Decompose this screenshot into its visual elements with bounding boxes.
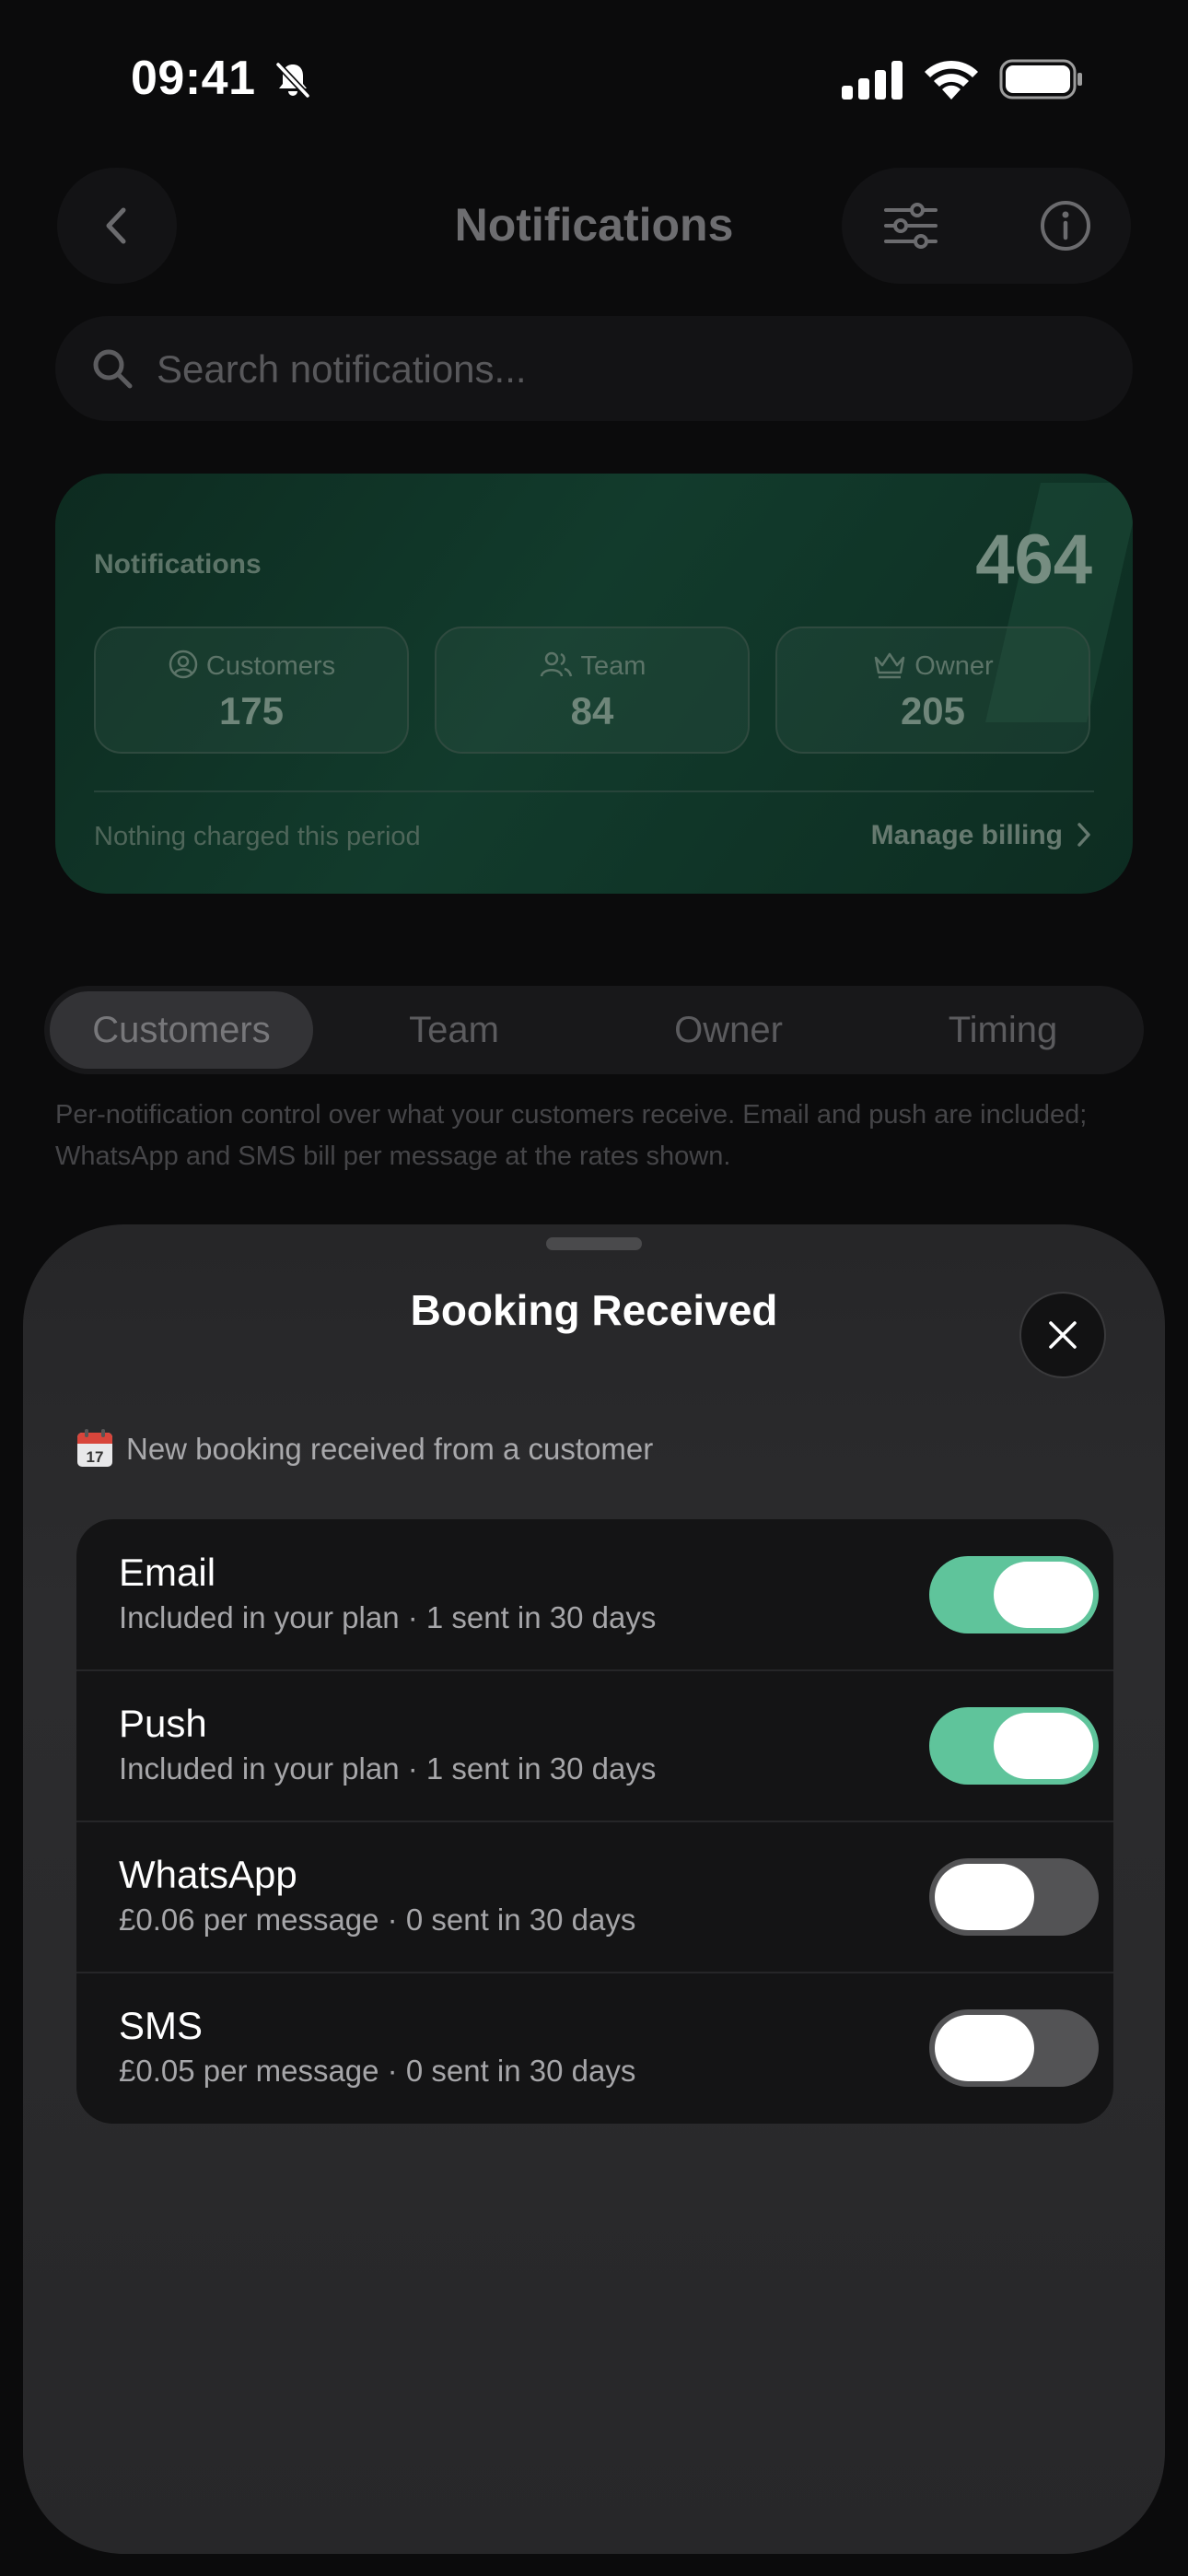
back-button[interactable] [57,168,177,284]
calendar-icon: 17 [77,1429,112,1467]
summary-title: Notifications [94,549,262,580]
users-icon [540,651,572,677]
bell-off-icon [275,62,310,99]
sheet-description: 17 New booking received from a customer [76,1429,653,1468]
push-toggle[interactable] [929,1707,1099,1785]
stat-value: 175 [218,689,285,732]
toggle-knob [994,1713,1093,1779]
stat-label: Team [580,651,646,681]
channel-list: Email Included in your plan · 1 sent in … [76,1519,1113,2124]
close-icon [1049,1321,1077,1349]
channel-row-push: Push Included in your plan · 1 sent in 3… [76,1670,1113,1822]
filter-sliders-icon[interactable] [880,195,941,256]
toggle-knob [935,2015,1034,2081]
whatsapp-toggle[interactable] [929,1858,1099,1936]
channel-detail: £0.06 per message · 0 sent in 30 days [119,1903,636,1937]
stat-owner: Owner 205 [775,626,1090,754]
tab-timing[interactable]: Timing [871,991,1135,1069]
manage-billing-link[interactable]: Manage billing [871,820,1092,851]
toggle-knob [935,1864,1034,1930]
cellular-signal-icon [842,61,903,100]
user-circle-icon [169,650,198,679]
sheet-description-text: New booking received from a customer [126,1432,654,1466]
status-bar: 09:41 [0,0,1188,157]
sheet-grabber[interactable] [546,1237,642,1250]
channel-name: Email [119,1551,216,1594]
tab-owner[interactable]: Owner [597,991,860,1069]
chevron-left-icon [106,207,126,244]
channel-detail: £0.05 per message · 0 sent in 30 days [119,2054,636,2088]
sheet-title: Booking Received [410,1286,778,1334]
billing-note: Nothing charged this period [94,822,421,851]
channel-detail: Included in your plan · 1 sent in 30 day… [119,1751,657,1786]
crown-icon [875,652,905,679]
channel-row-email: Email Included in your plan · 1 sent in … [76,1519,1113,1671]
page-title: Notifications [454,199,734,251]
channel-row-whatsapp: WhatsApp £0.06 per message · 0 sent in 3… [76,1821,1113,1973]
tab-customers[interactable]: Customers [50,991,313,1069]
header-actions [842,168,1131,284]
stat-value: 205 [900,689,966,732]
close-button[interactable] [1019,1292,1106,1378]
booking-received-sheet: Booking Received 17 New booking received… [23,1224,1165,2554]
stat-label: Customers [205,651,336,681]
tab-team[interactable]: Team [322,991,586,1069]
channel-detail: Included in your plan · 1 sent in 30 day… [119,1600,657,1634]
search-bar [55,316,1133,421]
svg-text:17: 17 [87,1448,104,1466]
stat-team: Team 84 [435,626,750,754]
info-icon[interactable] [1035,195,1096,256]
sms-toggle[interactable] [929,2009,1099,2087]
channel-name: Push [119,1702,207,1745]
summary-total: 464 [975,521,1092,599]
stat-customers: Customers 175 [94,626,409,754]
channel-name: SMS [119,2004,204,2047]
chevron-right-icon [1077,823,1090,847]
tab-description: Per-notification control over what your … [55,1100,1088,1171]
search-input[interactable] [155,336,1079,403]
stat-value: 84 [570,689,614,732]
search-icon [93,349,133,389]
toggle-knob [994,1562,1093,1628]
notifications-summary-card: Notifications 464 Customers 175 Team 84 … [55,474,1133,894]
audience-tabs: Customers Team Owner Timing [44,986,1144,1074]
stat-label: Owner [914,651,994,681]
status-time: 09:41 [131,52,256,105]
manage-billing-label: Manage billing [870,820,1063,850]
channel-row-sms: SMS £0.05 per message · 0 sent in 30 day… [76,1973,1113,2124]
battery-icon [999,59,1082,100]
channel-name: WhatsApp [119,1853,297,1896]
summary-divider [94,790,1094,792]
email-toggle[interactable] [929,1556,1099,1633]
wifi-icon [925,60,978,100]
